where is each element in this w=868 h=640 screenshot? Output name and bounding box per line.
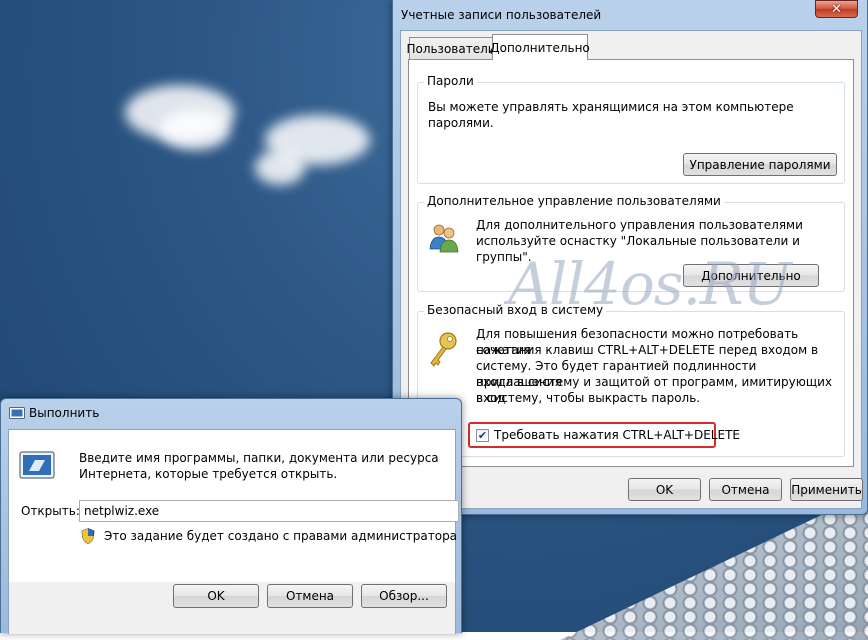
open-input[interactable] bbox=[79, 500, 459, 522]
run-client: Введите имя программы, папки, документа … bbox=[8, 429, 459, 634]
close-icon: ✕ bbox=[831, 1, 842, 17]
advanced-users-text-2: используйте оснастку "Локальные пользова… bbox=[476, 234, 800, 264]
run-window: Выполнить Введите имя программы, папки, … bbox=[0, 398, 462, 634]
require-cad-checkbox[interactable]: ✔ bbox=[476, 429, 489, 442]
key-icon bbox=[426, 330, 460, 370]
advanced-users-group-title: Дополнительное управление пользователями bbox=[424, 194, 724, 208]
secure-logon-text-5: в систему, чтобы выкрасть пароль. bbox=[476, 391, 701, 405]
user-accounts-window: Учетные записи пользователей ✕ Пользоват… bbox=[392, 0, 868, 515]
passwords-description: Вы можете управлять хранящимися на этом … bbox=[428, 100, 794, 130]
run-window-title: Выполнить bbox=[29, 406, 100, 420]
run-description-1: Введите имя программы, папки, документа … bbox=[79, 451, 439, 465]
highlight-box: ✔ Требовать нажатия CTRL+ALT+DELETE bbox=[468, 422, 740, 448]
dialog-client: Пользователи Дополнительно Пароли Вы мож… bbox=[400, 30, 863, 509]
run-cancel-button[interactable]: Отмена bbox=[267, 584, 353, 608]
run-icon bbox=[9, 406, 25, 420]
tab-users[interactable]: Пользователи bbox=[406, 37, 496, 59]
cancel-button[interactable]: Отмена bbox=[709, 478, 782, 501]
advanced-button[interactable]: Дополнительно bbox=[683, 264, 819, 287]
run-program-icon bbox=[19, 450, 55, 482]
close-button[interactable]: ✕ bbox=[815, 0, 858, 18]
run-ok-button[interactable]: OK bbox=[173, 584, 259, 608]
secure-logon-group: Безопасный вход в систему Для повышения … bbox=[417, 303, 845, 457]
secure-logon-text-2: сочетания клавиш CTRL+ALT+DELETE перед в… bbox=[476, 343, 819, 357]
run-description-2: Интернета, которые требуется открыть. bbox=[79, 467, 338, 481]
advanced-users-group: Дополнительное управление пользователями… bbox=[417, 194, 845, 292]
require-cad-label[interactable]: Требовать нажатия CTRL+ALT+DELETE bbox=[494, 427, 740, 443]
ok-button[interactable]: OK bbox=[628, 478, 701, 501]
admin-note: Это задание будет создано с правами адми… bbox=[104, 529, 458, 543]
tab-advanced[interactable]: Дополнительно bbox=[490, 34, 590, 60]
passwords-group: Пароли Вы можете управлять хранящимися н… bbox=[417, 74, 845, 184]
uac-shield-icon bbox=[81, 528, 95, 544]
browse-button[interactable]: Обзор... bbox=[361, 584, 447, 608]
manage-passwords-button[interactable]: Управление паролями bbox=[683, 153, 837, 176]
advanced-users-text-1: Для дополнительного управления пользоват… bbox=[476, 218, 803, 232]
window-title: Учетные записи пользователей bbox=[401, 8, 602, 22]
passwords-group-title: Пароли bbox=[424, 74, 477, 88]
apply-button[interactable]: Применить bbox=[790, 478, 863, 501]
run-content: Введите имя программы, папки, документа … bbox=[9, 430, 459, 582]
secure-logon-group-title: Безопасный вход в систему bbox=[424, 303, 607, 317]
open-label: Открыть: bbox=[21, 504, 80, 518]
users-icon bbox=[428, 221, 460, 253]
cloud bbox=[160, 110, 230, 150]
tab-panel-advanced: Пароли Вы можете управлять хранящимися н… bbox=[408, 59, 854, 467]
cloud bbox=[255, 150, 305, 185]
